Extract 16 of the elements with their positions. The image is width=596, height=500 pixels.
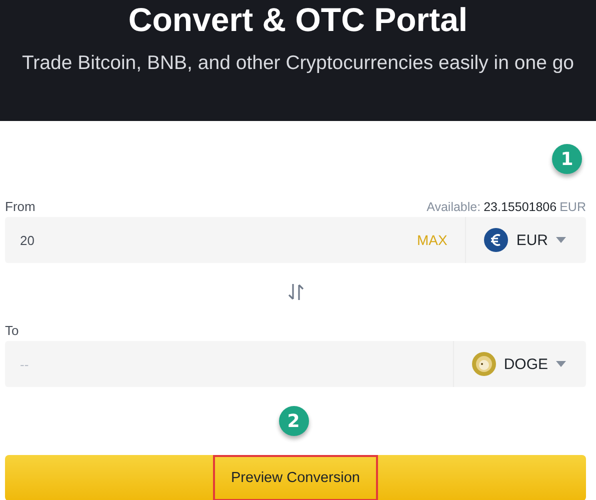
available-balance: Available: 23.15501806 EUR <box>426 200 586 214</box>
caret-icon <box>556 237 566 243</box>
page-subtitle: Trade Bitcoin, BNB, and other Cryptocurrencies easily in one go <box>22 52 574 75</box>
currency-selector[interactable]: DOGE <box>452 341 586 387</box>
euro-coin-icon <box>484 228 508 252</box>
caret-icon <box>556 361 566 367</box>
amount-field[interactable]: 20 <box>5 217 399 263</box>
amount-field[interactable]: -- <box>5 341 453 387</box>
to-label: To <box>5 323 19 338</box>
swap-icon[interactable] <box>288 283 304 301</box>
currency-selector[interactable]: EUR <box>465 217 586 263</box>
preview-conversion-button[interactable]: Preview Conversion <box>5 455 586 500</box>
from-label: From <box>5 199 36 214</box>
step-marker: 1 <box>552 144 582 174</box>
page-title: Convert & OTC Portal <box>128 2 468 38</box>
step-marker: 2 <box>278 406 308 436</box>
